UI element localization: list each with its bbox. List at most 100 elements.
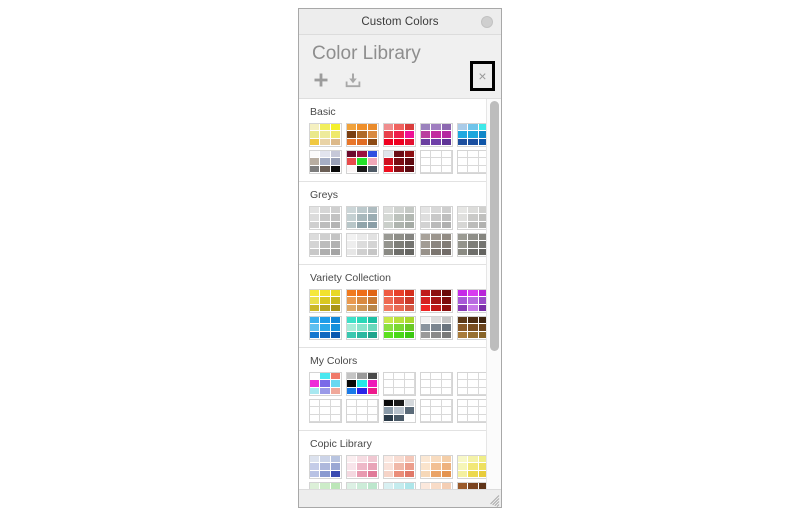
color-cell[interactable] — [404, 234, 415, 242]
color-cell[interactable] — [468, 290, 479, 298]
color-cell[interactable] — [320, 304, 331, 312]
color-cell[interactable] — [367, 400, 378, 408]
color-cell[interactable] — [431, 380, 442, 388]
color-cell[interactable] — [431, 400, 442, 408]
color-cell[interactable] — [330, 241, 341, 249]
color-cell[interactable] — [357, 400, 368, 408]
color-cell[interactable] — [357, 241, 368, 249]
color-cell[interactable] — [310, 380, 321, 388]
color-cell[interactable] — [458, 241, 469, 249]
color-cell[interactable] — [320, 380, 331, 388]
color-cell[interactable] — [357, 158, 368, 166]
color-cell[interactable] — [394, 290, 405, 298]
color-cell[interactable] — [367, 241, 378, 249]
color-cell[interactable] — [347, 151, 358, 159]
color-cell[interactable] — [310, 234, 321, 242]
color-swatch-grid[interactable] — [457, 399, 487, 423]
import-palette-icon[interactable] — [344, 71, 362, 89]
color-cell[interactable] — [357, 470, 368, 478]
color-cell[interactable] — [431, 158, 442, 166]
color-cell[interactable] — [384, 234, 395, 242]
color-cell[interactable] — [431, 317, 442, 325]
color-cell[interactable] — [367, 317, 378, 325]
color-cell[interactable] — [320, 214, 331, 222]
color-cell[interactable] — [367, 380, 378, 388]
color-cell[interactable] — [421, 324, 432, 332]
color-cell[interactable] — [421, 400, 432, 408]
color-swatch-grid[interactable] — [420, 123, 453, 147]
color-cell[interactable] — [468, 234, 479, 242]
color-swatch-grid[interactable] — [457, 316, 487, 340]
color-cell[interactable] — [347, 207, 358, 215]
color-cell[interactable] — [404, 414, 415, 422]
color-cell[interactable] — [384, 304, 395, 312]
color-cell[interactable] — [421, 463, 432, 471]
color-cell[interactable] — [431, 297, 442, 305]
color-cell[interactable] — [441, 297, 452, 305]
color-cell[interactable] — [468, 151, 479, 159]
color-cell[interactable] — [458, 290, 469, 298]
color-cell[interactable] — [384, 221, 395, 229]
color-cell[interactable] — [421, 331, 432, 339]
color-cell[interactable] — [404, 387, 415, 395]
color-cell[interactable] — [347, 407, 358, 415]
color-cell[interactable] — [468, 221, 479, 229]
color-swatch-grid[interactable] — [383, 206, 416, 230]
color-cell[interactable] — [330, 414, 341, 422]
color-cell[interactable] — [421, 407, 432, 415]
color-cell[interactable] — [330, 331, 341, 339]
color-cell[interactable] — [384, 207, 395, 215]
color-cell[interactable] — [394, 214, 405, 222]
color-cell[interactable] — [468, 463, 479, 471]
color-cell[interactable] — [310, 407, 321, 415]
color-cell[interactable] — [310, 214, 321, 222]
color-cell[interactable] — [347, 297, 358, 305]
color-cell[interactable] — [330, 400, 341, 408]
color-cell[interactable] — [431, 221, 442, 229]
color-cell[interactable] — [320, 158, 331, 166]
color-swatch-grid[interactable] — [420, 372, 453, 396]
color-cell[interactable] — [330, 158, 341, 166]
color-cell[interactable] — [330, 324, 341, 332]
color-cell[interactable] — [421, 138, 432, 146]
color-cell[interactable] — [394, 124, 405, 132]
resize-grip[interactable] — [486, 492, 500, 507]
color-cell[interactable] — [357, 234, 368, 242]
color-cell[interactable] — [441, 317, 452, 325]
color-cell[interactable] — [421, 387, 432, 395]
color-cell[interactable] — [394, 407, 405, 415]
color-cell[interactable] — [441, 221, 452, 229]
color-cell[interactable] — [468, 324, 479, 332]
color-swatch-grid[interactable] — [309, 289, 342, 313]
color-cell[interactable] — [421, 214, 432, 222]
color-cell[interactable] — [458, 151, 469, 159]
color-cell[interactable] — [320, 248, 331, 256]
color-cell[interactable] — [357, 248, 368, 256]
color-cell[interactable] — [394, 207, 405, 215]
color-cell[interactable] — [384, 387, 395, 395]
color-cell[interactable] — [404, 248, 415, 256]
color-cell[interactable] — [431, 207, 442, 215]
color-cell[interactable] — [367, 248, 378, 256]
color-cell[interactable] — [384, 124, 395, 132]
color-cell[interactable] — [404, 456, 415, 464]
color-cell[interactable] — [468, 207, 479, 215]
color-cell[interactable] — [468, 400, 479, 408]
color-cell[interactable] — [458, 387, 469, 395]
color-cell[interactable] — [458, 221, 469, 229]
color-cell[interactable] — [468, 331, 479, 339]
color-cell[interactable] — [330, 304, 341, 312]
color-cell[interactable] — [310, 400, 321, 408]
color-cell[interactable] — [357, 324, 368, 332]
color-cell[interactable] — [458, 138, 469, 146]
color-cell[interactable] — [310, 138, 321, 146]
color-cell[interactable] — [421, 241, 432, 249]
color-cell[interactable] — [310, 248, 321, 256]
color-cell[interactable] — [310, 324, 321, 332]
color-cell[interactable] — [320, 463, 331, 471]
color-cell[interactable] — [431, 414, 442, 422]
color-cell[interactable] — [310, 317, 321, 325]
color-swatch-grid[interactable] — [420, 206, 453, 230]
color-cell[interactable] — [330, 207, 341, 215]
color-cell[interactable] — [384, 317, 395, 325]
